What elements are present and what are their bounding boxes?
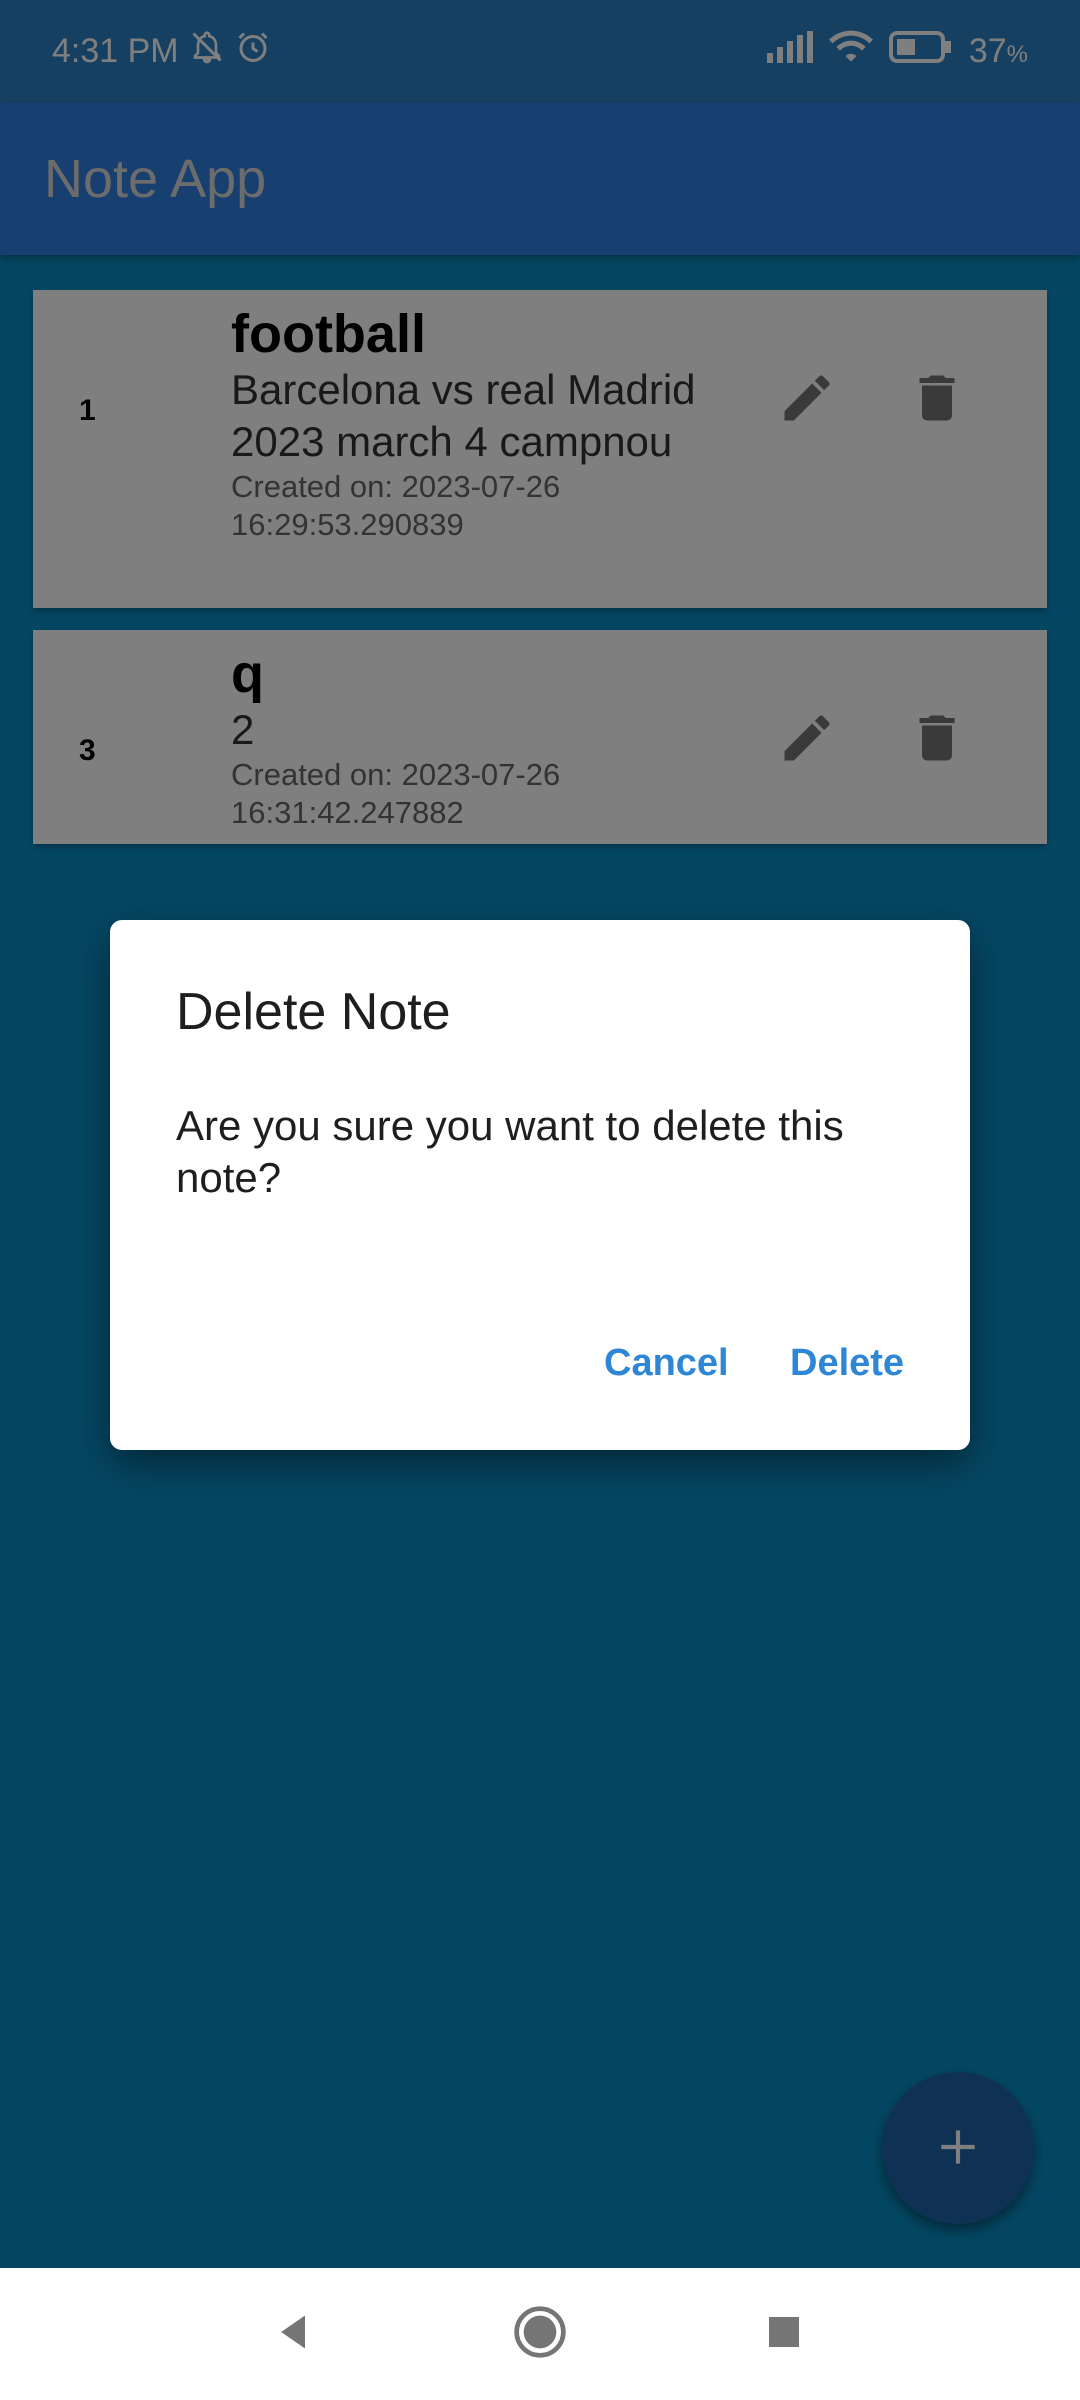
back-button[interactable] — [262, 2302, 326, 2366]
home-button[interactable] — [508, 2302, 572, 2366]
recents-square-icon — [764, 2312, 804, 2357]
delete-note-dialog: Delete Note Are you sure you want to del… — [110, 920, 970, 1450]
recents-button[interactable] — [752, 2302, 816, 2366]
back-triangle-icon — [272, 2310, 316, 2359]
home-circle-icon — [512, 2304, 568, 2365]
dialog-message: Are you sure you want to delete this not… — [176, 1102, 844, 1201]
cancel-button[interactable]: Cancel — [584, 1330, 749, 1397]
navigation-bar — [0, 2268, 1080, 2400]
dialog-title: Delete Note — [176, 983, 451, 1041]
confirm-delete-button[interactable]: Delete — [770, 1330, 924, 1397]
